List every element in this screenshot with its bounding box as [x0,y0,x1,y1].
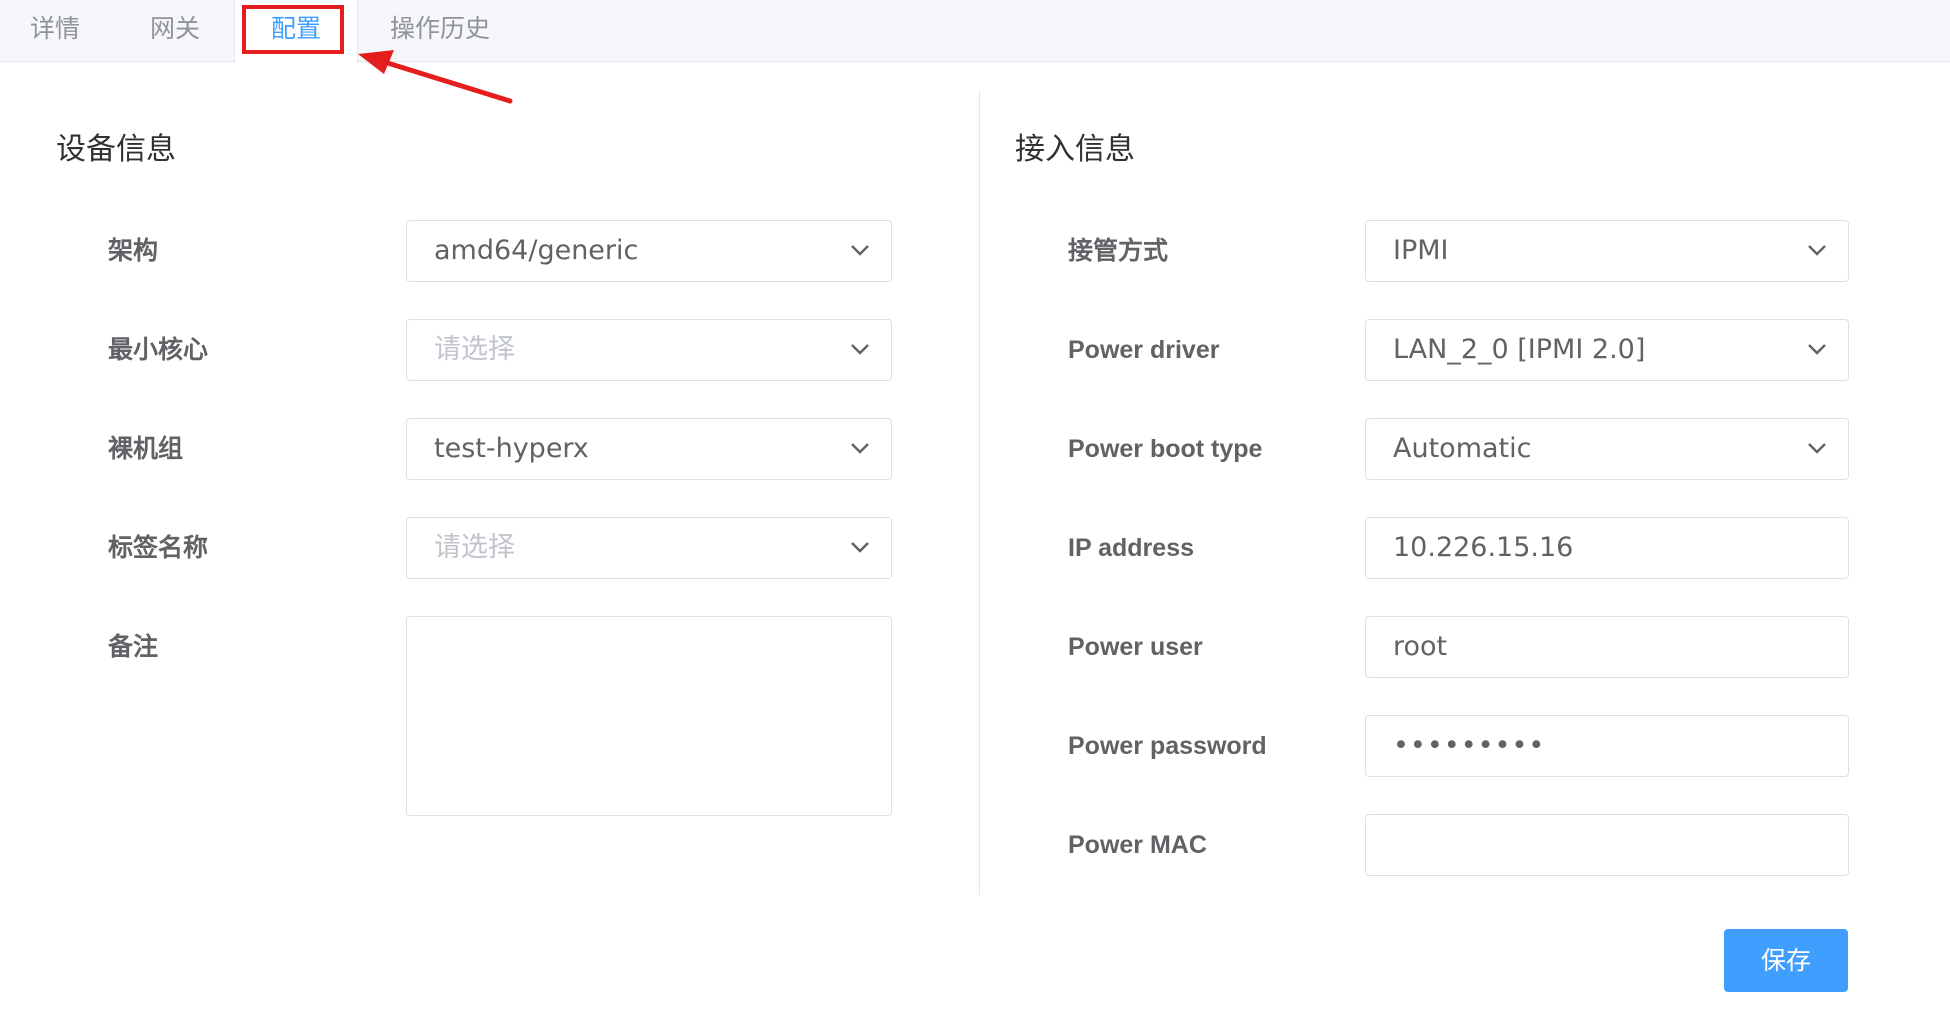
device-info-title: 设备信息 [56,132,176,167]
field-label-arch: 架构 [108,236,159,265]
field-label-power-password: Power password [1068,732,1267,760]
baremetal-group-select[interactable]: test-hyperx [406,418,892,480]
chevron-down-icon [1808,443,1826,454]
ip-address-value: 10.226.15.16 [1393,532,1574,563]
power-driver-select[interactable]: LAN_2_0 [IPMI 2.0] [1365,319,1849,381]
field-label-takeover-mode: 接管方式 [1068,236,1169,265]
ip-address-input[interactable]: 10.226.15.16 [1365,517,1849,579]
chevron-down-icon [1808,245,1826,256]
tag-name-select[interactable]: 请选择 [406,517,892,579]
section-divider [979,90,980,895]
tab-config[interactable]: 配置 [234,0,358,63]
tab-gateway[interactable]: 网关 [120,0,230,62]
field-label-tag-name: 标签名称 [108,533,209,562]
chevron-down-icon [851,245,869,256]
tab-operation-history[interactable]: 操作历史 [375,0,505,62]
field-label-power-driver: Power driver [1068,336,1220,364]
field-label-baremetal-group: 裸机组 [108,434,184,463]
save-button[interactable]: 保存 [1724,929,1848,992]
field-label-power-boot-type: Power boot type [1068,435,1263,463]
takeover-mode-value: IPMI [1393,235,1449,266]
min-cores-placeholder: 请选择 [434,334,515,365]
access-info-title: 接入信息 [1015,132,1135,167]
power-boot-type-select[interactable]: Automatic [1365,418,1849,480]
tab-bar: 详情 网关 配置 操作历史 [0,0,1950,63]
tab-details[interactable]: 详情 [0,0,110,62]
arch-select[interactable]: amd64/generic [406,220,892,282]
field-label-remark: 备注 [108,632,159,661]
power-password-input[interactable]: ••••••••• [1365,715,1849,777]
remark-textarea[interactable] [406,616,892,816]
takeover-mode-select[interactable]: IPMI [1365,220,1849,282]
tag-name-placeholder: 请选择 [434,532,515,563]
field-label-power-mac: Power MAC [1068,831,1207,859]
field-label-ip-address: IP address [1068,534,1195,562]
chevron-down-icon [851,542,869,553]
power-driver-value: LAN_2_0 [IPMI 2.0] [1393,334,1646,365]
field-label-power-user: Power user [1068,633,1203,661]
baremetal-group-value: test-hyperx [434,433,589,464]
chevron-down-icon [1808,344,1826,355]
power-user-input[interactable]: root [1365,616,1849,678]
power-password-value: ••••••••• [1393,730,1546,761]
arch-select-value: amd64/generic [434,235,639,266]
min-cores-select[interactable]: 请选择 [406,319,892,381]
chevron-down-icon [851,344,869,355]
field-label-min-cores: 最小核心 [108,335,209,364]
power-user-value: root [1393,631,1448,662]
chevron-down-icon [851,443,869,454]
power-mac-input[interactable] [1365,814,1849,876]
power-boot-type-value: Automatic [1393,433,1532,464]
